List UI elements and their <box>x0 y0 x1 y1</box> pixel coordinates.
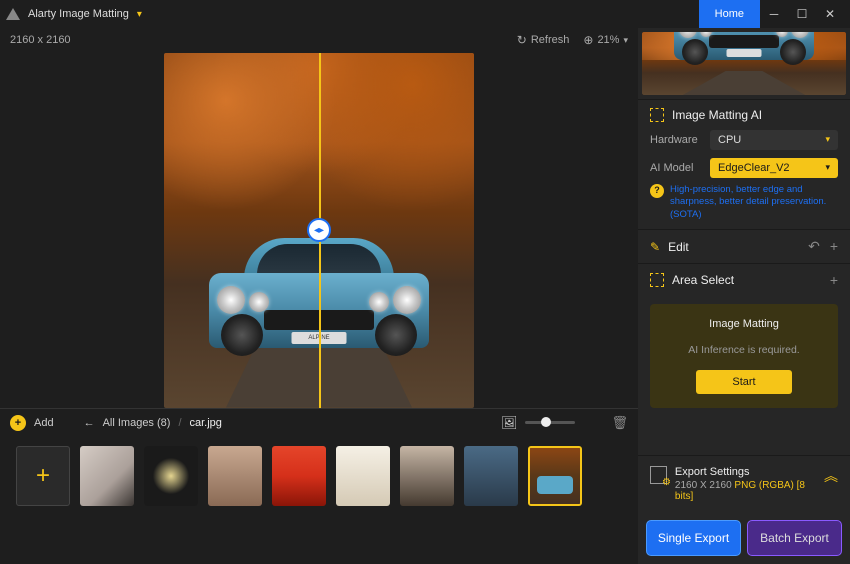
thumbnails-panel: + Add ← All Images (8) / car.jpg 🖼 🗑 + <box>0 408 638 564</box>
ai-model-select[interactable]: EdgeClear_V2 ▾ <box>710 158 838 178</box>
canvas-area[interactable]: ALPINE ◂▸ <box>0 52 638 408</box>
edit-icon: ✎ <box>650 240 660 254</box>
titlebar: Alarty Image Matting ▾ Home ─ ☐ ✕ <box>0 0 850 28</box>
chevron-down-icon: ▾ <box>825 162 830 173</box>
home-button[interactable]: Home <box>699 0 760 28</box>
chevron-down-icon[interactable]: ▾ <box>137 9 142 20</box>
thumbnail-item[interactable] <box>336 446 390 506</box>
app-title: Alarty Image Matting <box>28 8 129 20</box>
add-icon: + <box>10 415 26 431</box>
undo-icon[interactable]: ↶ <box>808 238 820 255</box>
viewer-panel: 2160 x 2160 ↻ Refresh ⊕ 21% ▾ <box>0 28 638 408</box>
thumbnail-item[interactable] <box>80 446 134 506</box>
ai-model-label: AI Model <box>650 162 702 174</box>
hardware-select[interactable]: CPU ▾ <box>710 130 838 150</box>
area-select-icon <box>650 273 664 287</box>
add-image-tile[interactable]: + <box>16 446 70 506</box>
plus-icon[interactable]: + <box>830 238 838 255</box>
refresh-icon: ↻ <box>517 33 527 47</box>
chevron-down-icon: ▾ <box>825 134 830 145</box>
expand-icon[interactable]: ︽ <box>824 466 838 486</box>
image-matting-section: Image Matting AI Hardware CPU ▾ AI Model… <box>638 99 850 229</box>
area-select-section[interactable]: Area Select + <box>638 263 850 296</box>
export-settings-section[interactable]: Export Settings 2160 X 2160 PNG (RGBA) [… <box>638 455 850 512</box>
minimize-button[interactable]: ─ <box>760 0 788 28</box>
current-filename: car.jpg <box>190 417 222 429</box>
matting-icon <box>650 108 664 122</box>
ai-model-value: EdgeClear_V2 <box>718 162 790 174</box>
hardware-value: CPU <box>718 134 741 146</box>
preview-thumbnail <box>642 32 846 95</box>
thumbnail-item[interactable] <box>272 446 326 506</box>
popup-message: AI Inference is required. <box>664 344 824 356</box>
add-button[interactable]: Add <box>34 417 54 429</box>
thumbnail-item[interactable] <box>144 446 198 506</box>
breadcrumb-separator: / <box>178 417 181 429</box>
thumbnail-item-selected[interactable] <box>528 446 582 506</box>
chevron-down-icon: ▾ <box>623 35 628 46</box>
thumbnail-item[interactable] <box>208 446 262 506</box>
viewer-toolbar: 2160 x 2160 ↻ Refresh ⊕ 21% ▾ <box>0 28 638 52</box>
start-button[interactable]: Start <box>696 370 791 394</box>
maximize-button[interactable]: ☐ <box>788 0 816 28</box>
right-panel: Image Matting AI Hardware CPU ▾ AI Model… <box>638 28 850 408</box>
close-button[interactable]: ✕ <box>816 0 844 28</box>
edit-title: Edit <box>668 240 689 254</box>
plus-icon[interactable]: + <box>830 272 838 288</box>
batch-export-button[interactable]: Batch Export <box>747 520 842 556</box>
image-size-icon: 🖼 <box>501 415 518 431</box>
model-description: High-precision, better edge and sharpnes… <box>670 184 838 221</box>
edit-section[interactable]: ✎ Edit ↶ + <box>638 229 850 263</box>
main-image: ALPINE ◂▸ <box>164 53 474 408</box>
thumbnail-item[interactable] <box>464 446 518 506</box>
thumb-size-slider[interactable] <box>525 421 575 424</box>
comparison-handle[interactable]: ◂▸ <box>307 218 331 242</box>
export-settings-icon <box>650 466 667 484</box>
popup-title: Image Matting <box>664 318 824 330</box>
delete-icon[interactable]: 🗑 <box>611 415 628 431</box>
single-export-button[interactable]: Single Export <box>646 520 741 556</box>
back-arrow-icon[interactable]: ← <box>84 417 95 429</box>
zoom-icon: ⊕ <box>583 33 593 47</box>
thumbnails-toolbar: + Add ← All Images (8) / car.jpg 🖼 🗑 <box>0 408 638 436</box>
help-icon[interactable]: ? <box>650 184 664 198</box>
export-dimensions: 2160 X 2160 <box>675 480 732 491</box>
thumbnail-item[interactable] <box>400 446 454 506</box>
hardware-label: Hardware <box>650 134 702 146</box>
refresh-button[interactable]: ↻ Refresh <box>517 33 570 47</box>
all-images-label[interactable]: All Images (8) <box>103 417 171 429</box>
matting-title: Image Matting AI <box>672 108 762 122</box>
image-dimensions: 2160 x 2160 <box>10 34 71 46</box>
inference-popup: Image Matting AI Inference is required. … <box>650 304 838 408</box>
zoom-value: 21% <box>597 34 619 46</box>
area-select-title: Area Select <box>672 273 734 287</box>
app-logo-icon <box>6 8 20 20</box>
zoom-control[interactable]: ⊕ 21% ▾ <box>583 33 628 47</box>
thumbnail-strip: + <box>0 436 638 516</box>
export-panel: Export Settings 2160 X 2160 PNG (RGBA) [… <box>638 408 850 564</box>
refresh-label: Refresh <box>531 34 570 46</box>
export-settings-title: Export Settings <box>675 466 816 478</box>
